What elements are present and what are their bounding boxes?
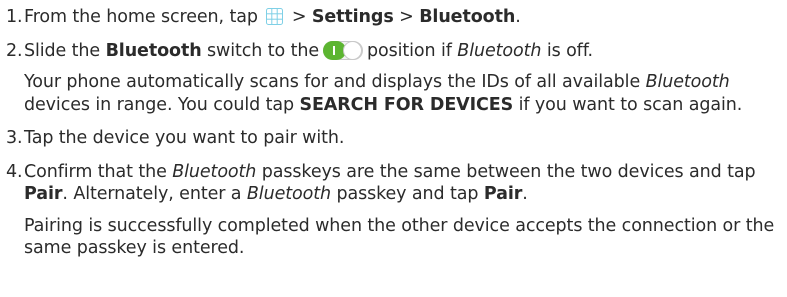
note-text-e: if you want to scan again.	[518, 94, 743, 115]
step-text: Tap the device you want to pair with.	[24, 128, 345, 148]
step-4-text-a: Confirm that the	[24, 161, 167, 182]
toggle-on-icon	[323, 40, 364, 60]
settings-label: Settings	[311, 7, 394, 27]
step-text: Confirm that the Bluetooth passkeys are …	[24, 161, 781, 206]
step-number: 3.	[6, 128, 23, 148]
step-1-period: .	[515, 7, 521, 27]
search-for-devices-label: SEARCH FOR DEVICES	[299, 94, 514, 115]
step-2-text-c: switch to the	[207, 40, 320, 61]
pair-label: Pair	[483, 184, 523, 204]
note-text-a: Your phone automatically scans for and d…	[24, 72, 641, 92]
step-4-text-e: . Alternately, enter a	[62, 184, 242, 204]
bluetooth-label: Bluetooth	[419, 7, 516, 27]
note-text-c: devices in range. You could tap	[24, 94, 294, 115]
step-text: From the home screen, tap > Settings > B…	[24, 6, 781, 29]
step-number: 1.	[6, 7, 23, 27]
step-text: Slide the Bluetooth switch to the positio…	[24, 40, 781, 63]
bluetooth-label: Bluetooth	[105, 40, 202, 61]
step-1-text-a: From the home screen, tap	[24, 7, 258, 27]
step-4-text-g: passkey and tap	[336, 184, 479, 204]
pair-label: Pair	[24, 184, 63, 204]
step-2-text-a: Slide the	[24, 40, 101, 61]
instructions-document: 1. From the home screen, tap > Settings …	[0, 0, 787, 297]
bluetooth-italic: Bluetooth	[645, 72, 730, 92]
step-4-period: .	[522, 184, 528, 204]
step-number: 2.	[6, 40, 23, 61]
step-3: 3. Tap the device you want to pair with.	[6, 127, 781, 150]
bluetooth-italic: Bluetooth	[246, 184, 331, 204]
apps-grid-icon	[266, 8, 284, 25]
bluetooth-italic: Bluetooth	[172, 161, 257, 182]
step-1-separator-1: >	[291, 7, 307, 27]
step-2-text-d: position if	[367, 40, 452, 61]
bluetooth-italic: Bluetooth	[457, 40, 542, 61]
step-4: 4. Confirm that the Bluetooth passkeys a…	[6, 161, 781, 206]
step-4-text-c: passkeys are the same between the two de…	[261, 161, 756, 182]
step-2-text-f: is off.	[546, 40, 593, 61]
step-1: 1. From the home screen, tap > Settings …	[6, 6, 781, 29]
step-1-separator-2: >	[399, 7, 414, 27]
step-2-note: Your phone automatically scans for and d…	[24, 71, 781, 116]
step-2: 2. Slide the Bluetooth switch to the posi…	[6, 40, 781, 63]
step-number: 4.	[6, 161, 23, 182]
step-4-note: Pairing is successfully completed when t…	[24, 215, 775, 259]
